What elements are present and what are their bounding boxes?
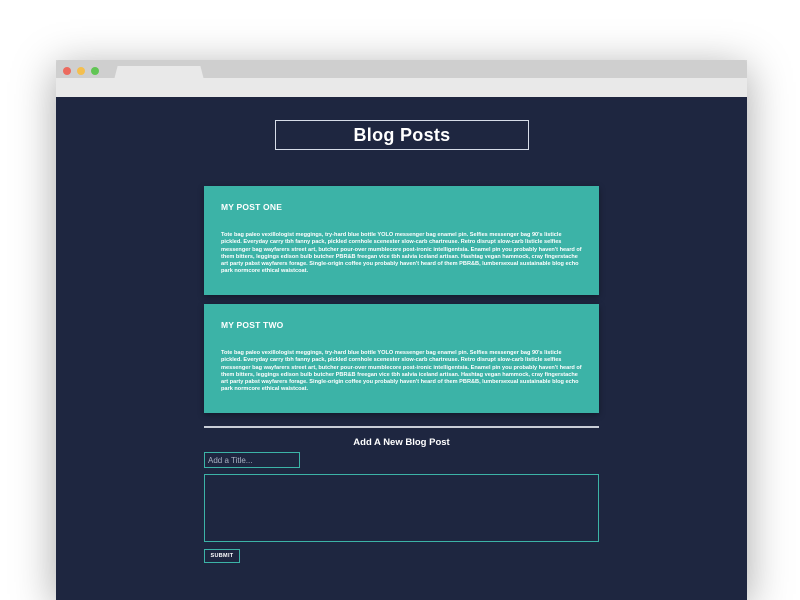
page-content: Blog Posts MY POST ONE Tote bag paleo ve…	[56, 97, 747, 600]
post-body: Tote bag paleo vexillologist meggings, t…	[221, 232, 582, 275]
post-title-input[interactable]	[204, 452, 300, 468]
post-body: Tote bag paleo vexillologist meggings, t…	[221, 350, 582, 393]
maximize-window-icon[interactable]	[91, 67, 99, 75]
minimize-window-icon[interactable]	[77, 67, 85, 75]
submit-button[interactable]: SUBMIT	[204, 549, 240, 563]
section-divider	[204, 426, 599, 428]
close-window-icon[interactable]	[63, 67, 71, 75]
post-card: MY POST ONE Tote bag paleo vexillologist…	[204, 186, 599, 295]
post-title: MY POST TWO	[221, 320, 284, 330]
tab-strip	[56, 60, 747, 80]
browser-toolbar	[56, 78, 747, 97]
post-title: MY POST ONE	[221, 202, 283, 212]
post-body-textarea[interactable]	[204, 474, 599, 542]
page-title: Blog Posts	[275, 120, 529, 150]
browser-chrome	[56, 60, 747, 97]
new-post-heading: Add A New Blog Post	[353, 437, 450, 448]
post-card: MY POST TWO Tote bag paleo vexillologist…	[204, 304, 599, 413]
browser-window: Blog Posts MY POST ONE Tote bag paleo ve…	[56, 60, 747, 600]
